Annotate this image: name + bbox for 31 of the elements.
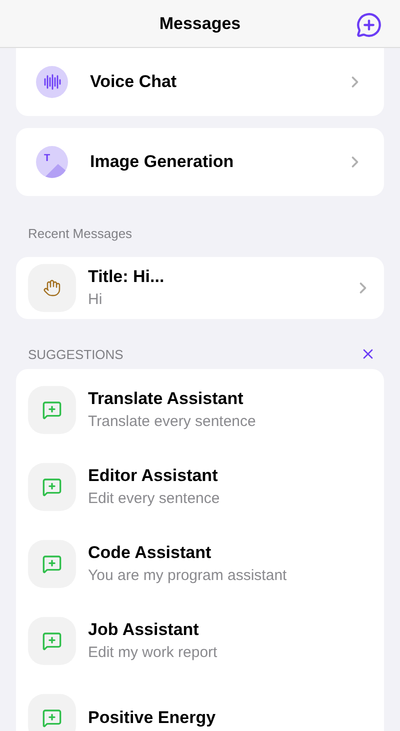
- suggestion-row[interactable]: Code Assistant You are my program assistant: [16, 525, 384, 602]
- hand-icon: [28, 264, 76, 312]
- chat-plus-icon: [28, 540, 76, 588]
- suggestion-title: Job Assistant: [88, 618, 200, 640]
- suggestion-title: Translate Assistant: [88, 388, 244, 410]
- feature-card[interactable]: T Image Generation: [16, 128, 384, 196]
- recent-message-row[interactable]: Title: Hi... Hi: [16, 256, 384, 318]
- chat-plus-icon: [28, 694, 76, 731]
- waveform-icon: [36, 66, 68, 98]
- suggestion-subtitle: Edit every sentence: [88, 489, 221, 509]
- suggestion-subtitle: Translate every sentence: [88, 412, 257, 432]
- chat-plus-icon: [28, 462, 76, 510]
- new-chat-button[interactable]: [356, 12, 382, 38]
- suggestion-title: Code Assistant: [88, 542, 212, 564]
- suggestion-row[interactable]: Positive Energy: [16, 679, 384, 731]
- chat-plus-icon: [28, 616, 76, 664]
- suggestion-row[interactable]: Job Assistant Edit my work report: [16, 602, 384, 679]
- section-heading: SUGGESTIONS: [28, 346, 124, 364]
- suggestion-row[interactable]: Editor Assistant Edit every sentence: [16, 448, 384, 525]
- feature-card[interactable]: Voice Chat: [16, 48, 384, 116]
- image-icon: T: [36, 146, 68, 178]
- suggestion-title: Editor Assistant: [88, 464, 219, 486]
- page-title: Messages: [159, 12, 241, 35]
- section-heading: Recent Messages: [28, 225, 134, 243]
- suggestion-row[interactable]: Translate Assistant Translate every sentence: [16, 371, 384, 448]
- suggestion-subtitle: You are my program assistant: [88, 566, 288, 586]
- suggestion-title: Positive Energy: [88, 706, 217, 729]
- message-preview: Hi: [88, 290, 104, 310]
- message-title: Title: Hi...: [88, 266, 166, 288]
- chat-plus-icon: [28, 386, 76, 434]
- suggestion-subtitle: Edit my work report: [88, 643, 218, 663]
